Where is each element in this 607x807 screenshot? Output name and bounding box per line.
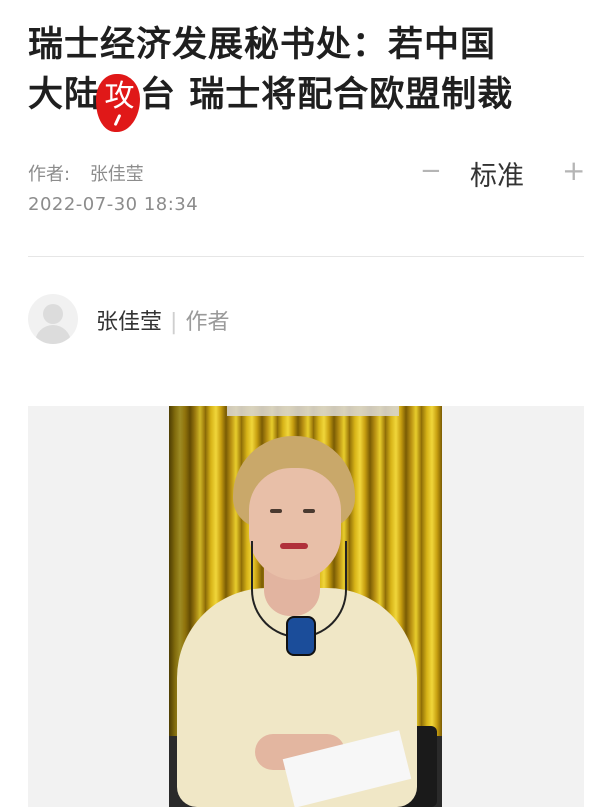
article-photo[interactable]: [169, 406, 442, 807]
article-author-meta: 作者: 张佳莹: [28, 160, 144, 186]
photo-eye-left: [270, 509, 282, 513]
stamp-character: 攻: [104, 79, 136, 114]
font-size-label: 标准: [470, 161, 524, 192]
avatar-head-shape: [43, 304, 63, 324]
author-name[interactable]: 张佳莹: [90, 164, 144, 185]
author-card-name[interactable]: 张佳莹: [96, 310, 162, 335]
title-line-1: 瑞士经济发展秘书处：若中国: [28, 25, 497, 65]
photo-microphone: [286, 616, 316, 656]
photo-eye-right: [303, 509, 315, 513]
author-card-text: 张佳莹 | 作者: [96, 304, 229, 336]
red-stamp-annotation: 攻: [96, 70, 141, 132]
font-size-control: − 标准 +: [420, 152, 590, 192]
avatar-icon[interactable]: [28, 294, 78, 344]
avatar-body-shape: [35, 325, 71, 344]
author-card-separator: |: [170, 310, 178, 335]
divider: [28, 256, 584, 257]
author-label: 作者:: [28, 164, 71, 185]
title-line-2-end: 台 瑞士将配合欧盟制裁: [140, 75, 514, 115]
title-line-2-start: 大陆: [28, 75, 101, 115]
publish-date: 2022-07-30 18:34: [28, 194, 199, 215]
font-decrease-button[interactable]: −: [420, 156, 442, 186]
photo-blurred-caption: [227, 406, 399, 416]
author-card-role: 作者: [185, 310, 230, 335]
article-title: 瑞士经济发展秘书处：若中国 大陆攻台 瑞士将配合欧盟制裁: [28, 20, 588, 132]
font-increase-button[interactable]: +: [562, 154, 585, 187]
title-line-2: 大陆攻台 瑞士将配合欧盟制裁: [28, 70, 588, 132]
